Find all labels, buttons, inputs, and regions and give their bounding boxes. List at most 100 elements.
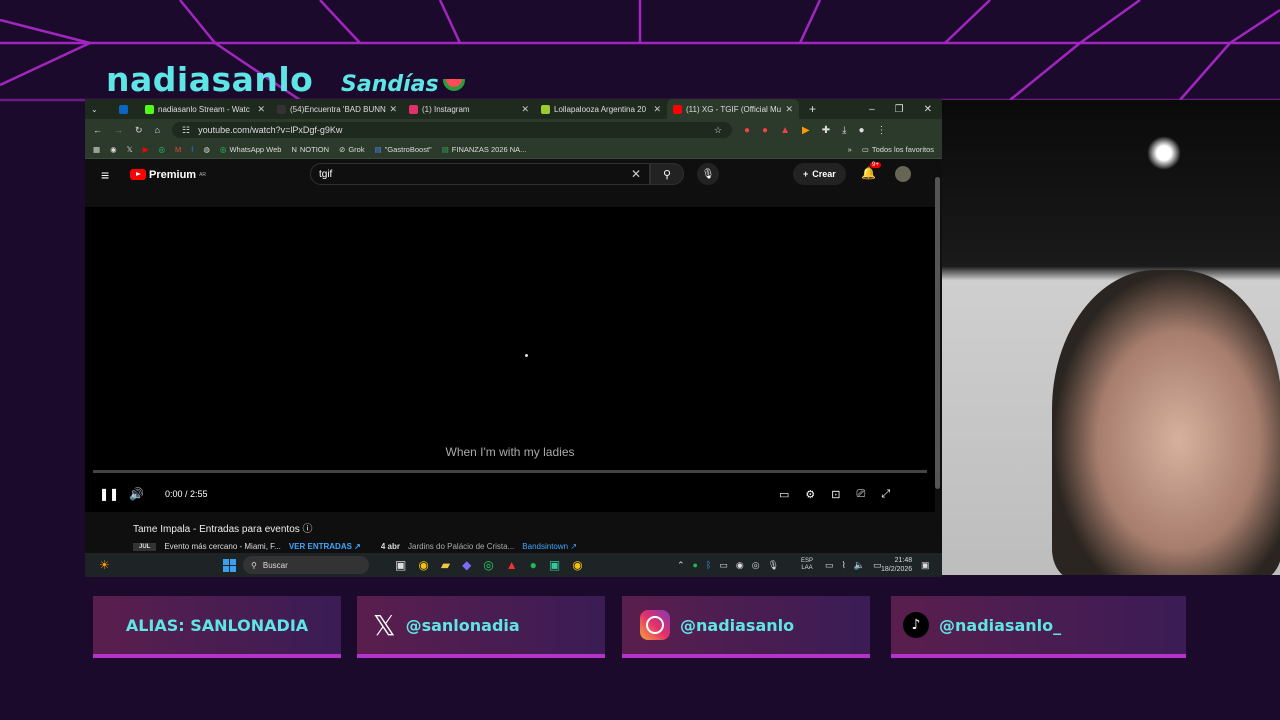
voice-search-icon[interactable]: 🎙 xyxy=(697,163,719,185)
close-tab-icon[interactable]: ✕ xyxy=(257,104,265,115)
chrome-icon[interactable]: ◉ xyxy=(418,558,428,572)
bookmark-star-icon[interactable]: ☆ xyxy=(714,125,722,136)
settings-icon[interactable]: ⚙ xyxy=(805,488,815,501)
mic-icon[interactable]: 🎙 xyxy=(768,560,779,571)
extensions: ● ● ▲ ▶ ✚ ⤓ ● ⋮ xyxy=(744,125,887,136)
close-tab-icon[interactable]: ✕ xyxy=(785,104,793,115)
spotify-tray-icon[interactable]: ● xyxy=(693,560,698,570)
profile-icon[interactable]: ● xyxy=(859,125,865,136)
spotify-icon[interactable]: ● xyxy=(530,558,537,572)
lang-bottom: LAA xyxy=(801,565,813,571)
alias-label: ALIAS: SANLONADIA xyxy=(125,615,309,635)
tab-lollapalooza[interactable]: Lollapalooza Argentina 20 ✕ xyxy=(535,99,667,119)
scrollbar[interactable] xyxy=(935,177,940,489)
bookmark-grok[interactable]: ⊘ Grok xyxy=(339,145,365,154)
copilot-icon[interactable]: ◆ xyxy=(462,558,471,572)
close-tab-icon[interactable]: ✕ xyxy=(653,104,661,115)
whatsapp-bookmark-icon[interactable]: ◎ xyxy=(158,145,165,154)
hamburger-icon[interactable]: ≡ xyxy=(101,167,109,183)
site-info-icon[interactable]: ☷ xyxy=(182,125,190,136)
notification-center-icon[interactable]: ▣ xyxy=(921,560,930,571)
tickets-link[interactable]: VER ENTRADAS ↗ xyxy=(289,542,361,551)
youtube-bookmark-icon[interactable]: ▶ xyxy=(143,145,149,154)
puzzle-icon[interactable]: ✚ xyxy=(822,125,830,136)
notifications-icon[interactable]: 🔔 xyxy=(861,166,876,180)
bookmark-whatsapp[interactable]: ◎ WhatsApp Web xyxy=(220,145,282,154)
back-icon[interactable]: ← xyxy=(93,125,102,135)
weather-icon[interactable]: ☀ xyxy=(99,558,110,572)
reload-icon[interactable]: ↻ xyxy=(135,125,143,136)
pdf-icon[interactable]: ▲ xyxy=(780,125,790,136)
video-player[interactable]: When I'm with my ladies ❚❚ 🔊 0:00 / 2:55… xyxy=(85,207,935,512)
lolla-icon xyxy=(541,104,550,114)
acrobat-icon[interactable]: ▲ xyxy=(506,558,518,572)
bluetooth-icon[interactable]: ᛒ xyxy=(706,560,711,570)
close-tab-icon[interactable]: ✕ xyxy=(521,104,529,115)
menu-icon[interactable]: ⋮ xyxy=(877,125,887,136)
x-bookmark-icon[interactable]: 𝕏 xyxy=(127,145,133,154)
close-tab-icon[interactable]: ✕ xyxy=(389,104,397,115)
bookmark-notion[interactable]: N NOTION xyxy=(291,145,329,154)
task-view-icon[interactable]: ▣ xyxy=(395,558,406,572)
create-button[interactable]: + Crear xyxy=(793,163,846,185)
more-bookmarks-icon[interactable]: » xyxy=(848,145,852,154)
whatsapp-icon[interactable]: ◎ xyxy=(483,558,493,572)
fullscreen-icon[interactable]: ⤢ xyxy=(881,488,890,501)
avatar[interactable] xyxy=(895,166,911,182)
minimize-icon[interactable]: – xyxy=(869,104,875,115)
cast-icon[interactable]: ⎚ xyxy=(857,488,866,501)
youtube-logo[interactable]: Premium AR xyxy=(130,169,206,181)
home-icon[interactable]: ⌂ xyxy=(155,125,160,135)
progress-bar[interactable] xyxy=(93,470,927,473)
file-explorer-icon[interactable]: ▰ xyxy=(441,558,450,572)
gmail-bookmark-icon[interactable]: M xyxy=(175,145,181,154)
bookmark-icon[interactable]: ◉ xyxy=(110,145,117,154)
chrome-active-icon[interactable]: ◉ xyxy=(572,558,582,572)
clock[interactable]: 21:48 18/2/2026 xyxy=(881,556,912,574)
chevron-up-icon[interactable]: ⌃ xyxy=(677,560,685,571)
bookmark-finanzas[interactable]: ▤ FINANZAS 2026 NA... xyxy=(442,145,527,154)
play-extension-icon[interactable]: ▶ xyxy=(802,125,810,136)
info-icon[interactable]: ⓘ xyxy=(303,524,313,535)
tab-list-button[interactable]: ⌄ xyxy=(85,99,113,119)
network-icon[interactable]: ⌇ xyxy=(842,560,846,571)
maximize-icon[interactable]: ❐ xyxy=(895,104,904,115)
tab-title: nadiasanlo Stream - Watc xyxy=(158,104,250,114)
download-icon[interactable]: ⤓ xyxy=(842,125,846,136)
taskbar-search[interactable]: ⚲ Buscar xyxy=(243,556,369,574)
tray-app-icon[interactable]: ▭ xyxy=(719,560,728,571)
forward-icon[interactable]: → xyxy=(114,125,123,135)
bookmark-gastroboost[interactable]: ▤ "GastroBoost" xyxy=(375,145,432,154)
volume-icon[interactable]: 🔈 xyxy=(854,560,865,571)
tab-kick[interactable]: nadiasanlo Stream - Watc ✕ xyxy=(139,99,271,119)
tab-youtube[interactable]: (11) XG - TGIF (Official Mu ✕ xyxy=(667,99,799,119)
tray-app-icon[interactable]: ◎ xyxy=(752,560,760,571)
tab-instagram[interactable]: (1) Instagram ✕ xyxy=(403,99,535,119)
miniplayer-icon[interactable]: ⊡ xyxy=(831,488,840,501)
facebook-bookmark-icon[interactable]: f xyxy=(191,145,193,154)
lang-top: ESP xyxy=(801,558,814,564)
bandsintown-link[interactable]: Bandsintown ↗ xyxy=(522,542,577,551)
search-input[interactable]: tgif ✕ xyxy=(310,163,650,185)
tiktok-icon xyxy=(277,104,286,114)
search-button[interactable]: ⚲ xyxy=(650,163,684,185)
extension-icon[interactable]: ● xyxy=(762,125,768,136)
app-icon[interactable]: ▣ xyxy=(549,558,560,572)
extension-icon[interactable]: ● xyxy=(744,125,750,136)
tab-tiktok[interactable]: (54)Encuentra 'BAD BUNN ✕ xyxy=(271,99,403,119)
tab-linkedin[interactable] xyxy=(113,99,139,119)
language-indicator[interactable]: ESP LAA xyxy=(801,558,813,572)
url-field[interactable]: ☷ youtube.com/watch?v=lPxDgf-g9Kw ☆ xyxy=(171,122,732,138)
new-tab-button[interactable]: + xyxy=(799,102,816,116)
close-icon[interactable]: ✕ xyxy=(924,104,932,115)
windows-start-icon[interactable] xyxy=(223,559,236,572)
volume-icon[interactable]: 🔊 xyxy=(129,487,144,501)
apps-icon[interactable]: ▦ xyxy=(93,145,100,154)
monitor-icon[interactable]: ▭ xyxy=(825,560,834,571)
pause-icon[interactable]: ❚❚ xyxy=(99,487,119,501)
tray-app-icon[interactable]: ◉ xyxy=(736,560,744,571)
subtitles-icon[interactable]: ▭ xyxy=(779,488,789,501)
clear-search-icon[interactable]: ✕ xyxy=(631,167,641,181)
steam-bookmark-icon[interactable]: ◍ xyxy=(203,145,210,154)
all-bookmarks[interactable]: ▭ Todos los favoritos xyxy=(862,145,942,154)
